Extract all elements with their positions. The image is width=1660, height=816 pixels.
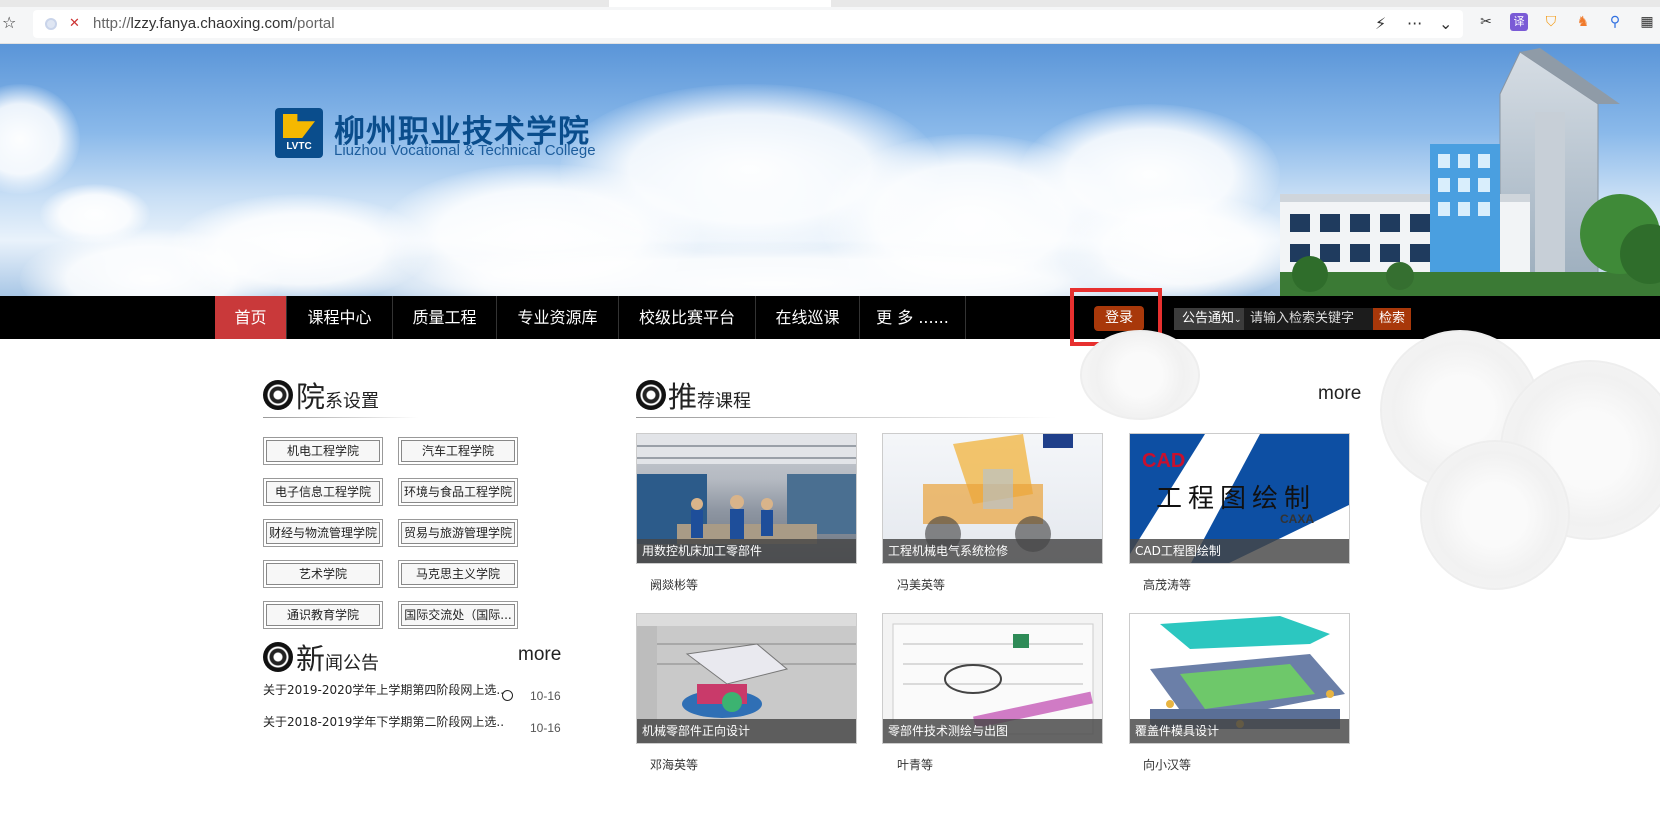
browser-toolbar: ☆ ✕ http://lzzy.fanya.chaoxing.com/porta… [0,0,1660,44]
dept-button[interactable]: 电子信息工程学院 [263,478,383,506]
title-initial: 新 [296,642,326,676]
course-teacher: 向小汉等 [1143,758,1192,772]
coin-decoration [1420,440,1570,590]
course-name: 覆盖件模具设计 [1130,719,1349,743]
section-divider [263,417,418,418]
course-card[interactable]: 机械零部件正向设计 [636,613,857,744]
shield-icon[interactable]: ⛉ [1542,13,1560,31]
title-rest: 闻公告 [325,653,380,674]
nav-competition-platform[interactable]: 校级比赛平台 [619,296,756,339]
course-name: 零部件技术测绘与出图 [883,719,1102,743]
extensions-grid-icon[interactable]: ▦ [1638,13,1656,31]
dept-button[interactable]: 机电工程学院 [263,437,383,465]
not-secure-icon[interactable]: ✕ [69,16,80,31]
nav-online-inspection[interactable]: 在线巡课 [756,296,860,339]
cad-label: CAD [1142,450,1186,472]
school-name-en: Liuzhou Vocational & Technical College [334,142,596,159]
news-item[interactable]: 关于2018-2019学年下学期第二阶段网上选... [263,713,503,730]
address-bar[interactable]: ✕ http://lzzy.fanya.chaoxing.com/portal … [33,10,1463,38]
dept-button[interactable]: 汽车工程学院 [398,437,518,465]
main-nav: 首页 课程中心 质量工程 专业资源库 校级比赛平台 在线巡课 更 多 .....… [0,296,1660,339]
url-host: lzzy.fanya.chaoxing.com [130,15,293,32]
lightning-icon[interactable]: ⚡ [1375,14,1386,33]
login-button[interactable]: 登录 [1094,306,1144,331]
course-name: 工程机械电气系统检修 [883,539,1102,563]
news-item[interactable]: 关于2019-2020学年上学期第四阶段网上选... [263,681,503,698]
course-name: 机械零部件正向设计 [637,719,856,743]
url-scheme: http:// [93,15,131,32]
search-input[interactable]: 请输入检索关键字 [1244,308,1374,330]
course-teacher: 叶青等 [897,758,934,772]
chevron-down-icon[interactable]: ⌄ [1439,14,1452,33]
title-rest: 荐课程 [697,391,752,412]
school-logo[interactable]: LVTC [275,108,323,158]
caxa-logo: CAXA [1280,512,1315,526]
seal-icon [263,380,293,410]
scissors-icon[interactable]: ✂ [1477,13,1495,31]
fox-icon[interactable]: ♞ [1574,13,1592,31]
nav-more[interactable]: 更 多 ...... [860,296,966,339]
nav-home[interactable]: 首页 [215,296,287,339]
dept-button[interactable]: 环境与食品工程学院 [398,478,518,506]
course-card[interactable]: 工程机械电气系统检修 [882,433,1103,564]
departments-title: 院系设置 [296,374,379,416]
courses-title: 推荐课程 [668,374,751,416]
courses-more-link[interactable]: more [1318,383,1361,405]
title-initial: 推 [668,380,698,414]
course-teacher: 邓海英等 [650,758,699,772]
active-tab[interactable] [609,0,831,7]
news-date: 10-16 [530,721,561,735]
dept-button[interactable]: 国际交流处（国际... [398,601,518,629]
dept-button[interactable]: 艺术学院 [263,560,383,588]
course-card[interactable]: 用数控机床加工零部件 [636,433,857,564]
nav-resource-library[interactable]: 专业资源库 [497,296,619,339]
nav-quality-engineering[interactable]: 质量工程 [393,296,497,339]
course-card[interactable]: 零部件技术测绘与出图 [882,613,1103,744]
mouse-cursor-icon [502,690,513,701]
course-teacher: 阙燚彬等 [650,578,699,592]
translate-icon[interactable]: 译 [1510,13,1528,31]
campus-building-image [1280,48,1660,296]
course-card[interactable]: 覆盖件模具设计 [1129,613,1350,744]
title-rest: 系设置 [325,391,380,412]
news-more-link[interactable]: more [518,644,561,666]
seal-icon [636,380,666,410]
header-banner: LVTC 柳州职业技术学院 Liuzhou Vocational & Techn… [0,44,1660,296]
section-divider [636,417,1056,418]
dept-button[interactable]: 贸易与旅游管理学院 [398,519,518,547]
cad-title: 工程图绘制 [1156,484,1317,514]
course-name: 用数控机床加工零部件 [637,539,856,563]
search-icon[interactable]: ⚲ [1606,13,1624,31]
search-type-select[interactable]: 公告通知⌄ [1174,308,1244,330]
title-initial: 院 [296,380,326,414]
url-path: /portal [292,15,335,32]
search-button[interactable]: 检索 [1373,308,1411,330]
dept-button[interactable]: 马克思主义学院 [398,560,518,588]
news-title: 新闻公告 [296,636,379,678]
search-type-label: 公告通知 [1182,311,1235,326]
coin-decoration [1080,330,1200,420]
bookmark-star-icon[interactable]: ☆ [2,14,20,32]
course-name: CAD工程图绘制 [1130,539,1349,563]
news-date: 10-16 [530,689,561,703]
url-text[interactable]: http://lzzy.fanya.chaoxing.com/portal [93,15,335,32]
course-card[interactable]: CAD 工程图绘制 CAXA CAD工程图绘制 [1129,433,1350,564]
course-teacher: 高茂涛等 [1143,578,1192,592]
nav-course-center[interactable]: 课程中心 [287,296,393,339]
chevron-down-icon: ⌄ [1234,315,1242,325]
seal-icon [263,642,293,672]
logo-text: LVTC [286,141,312,152]
site-info-icon[interactable] [45,18,57,30]
dept-button[interactable]: 通识教育学院 [263,601,383,629]
more-icon[interactable]: ··· [1407,14,1422,33]
dept-button[interactable]: 财经与物流管理学院 [263,519,383,547]
tab-strip [0,0,1660,7]
course-teacher: 冯美英等 [897,578,946,592]
